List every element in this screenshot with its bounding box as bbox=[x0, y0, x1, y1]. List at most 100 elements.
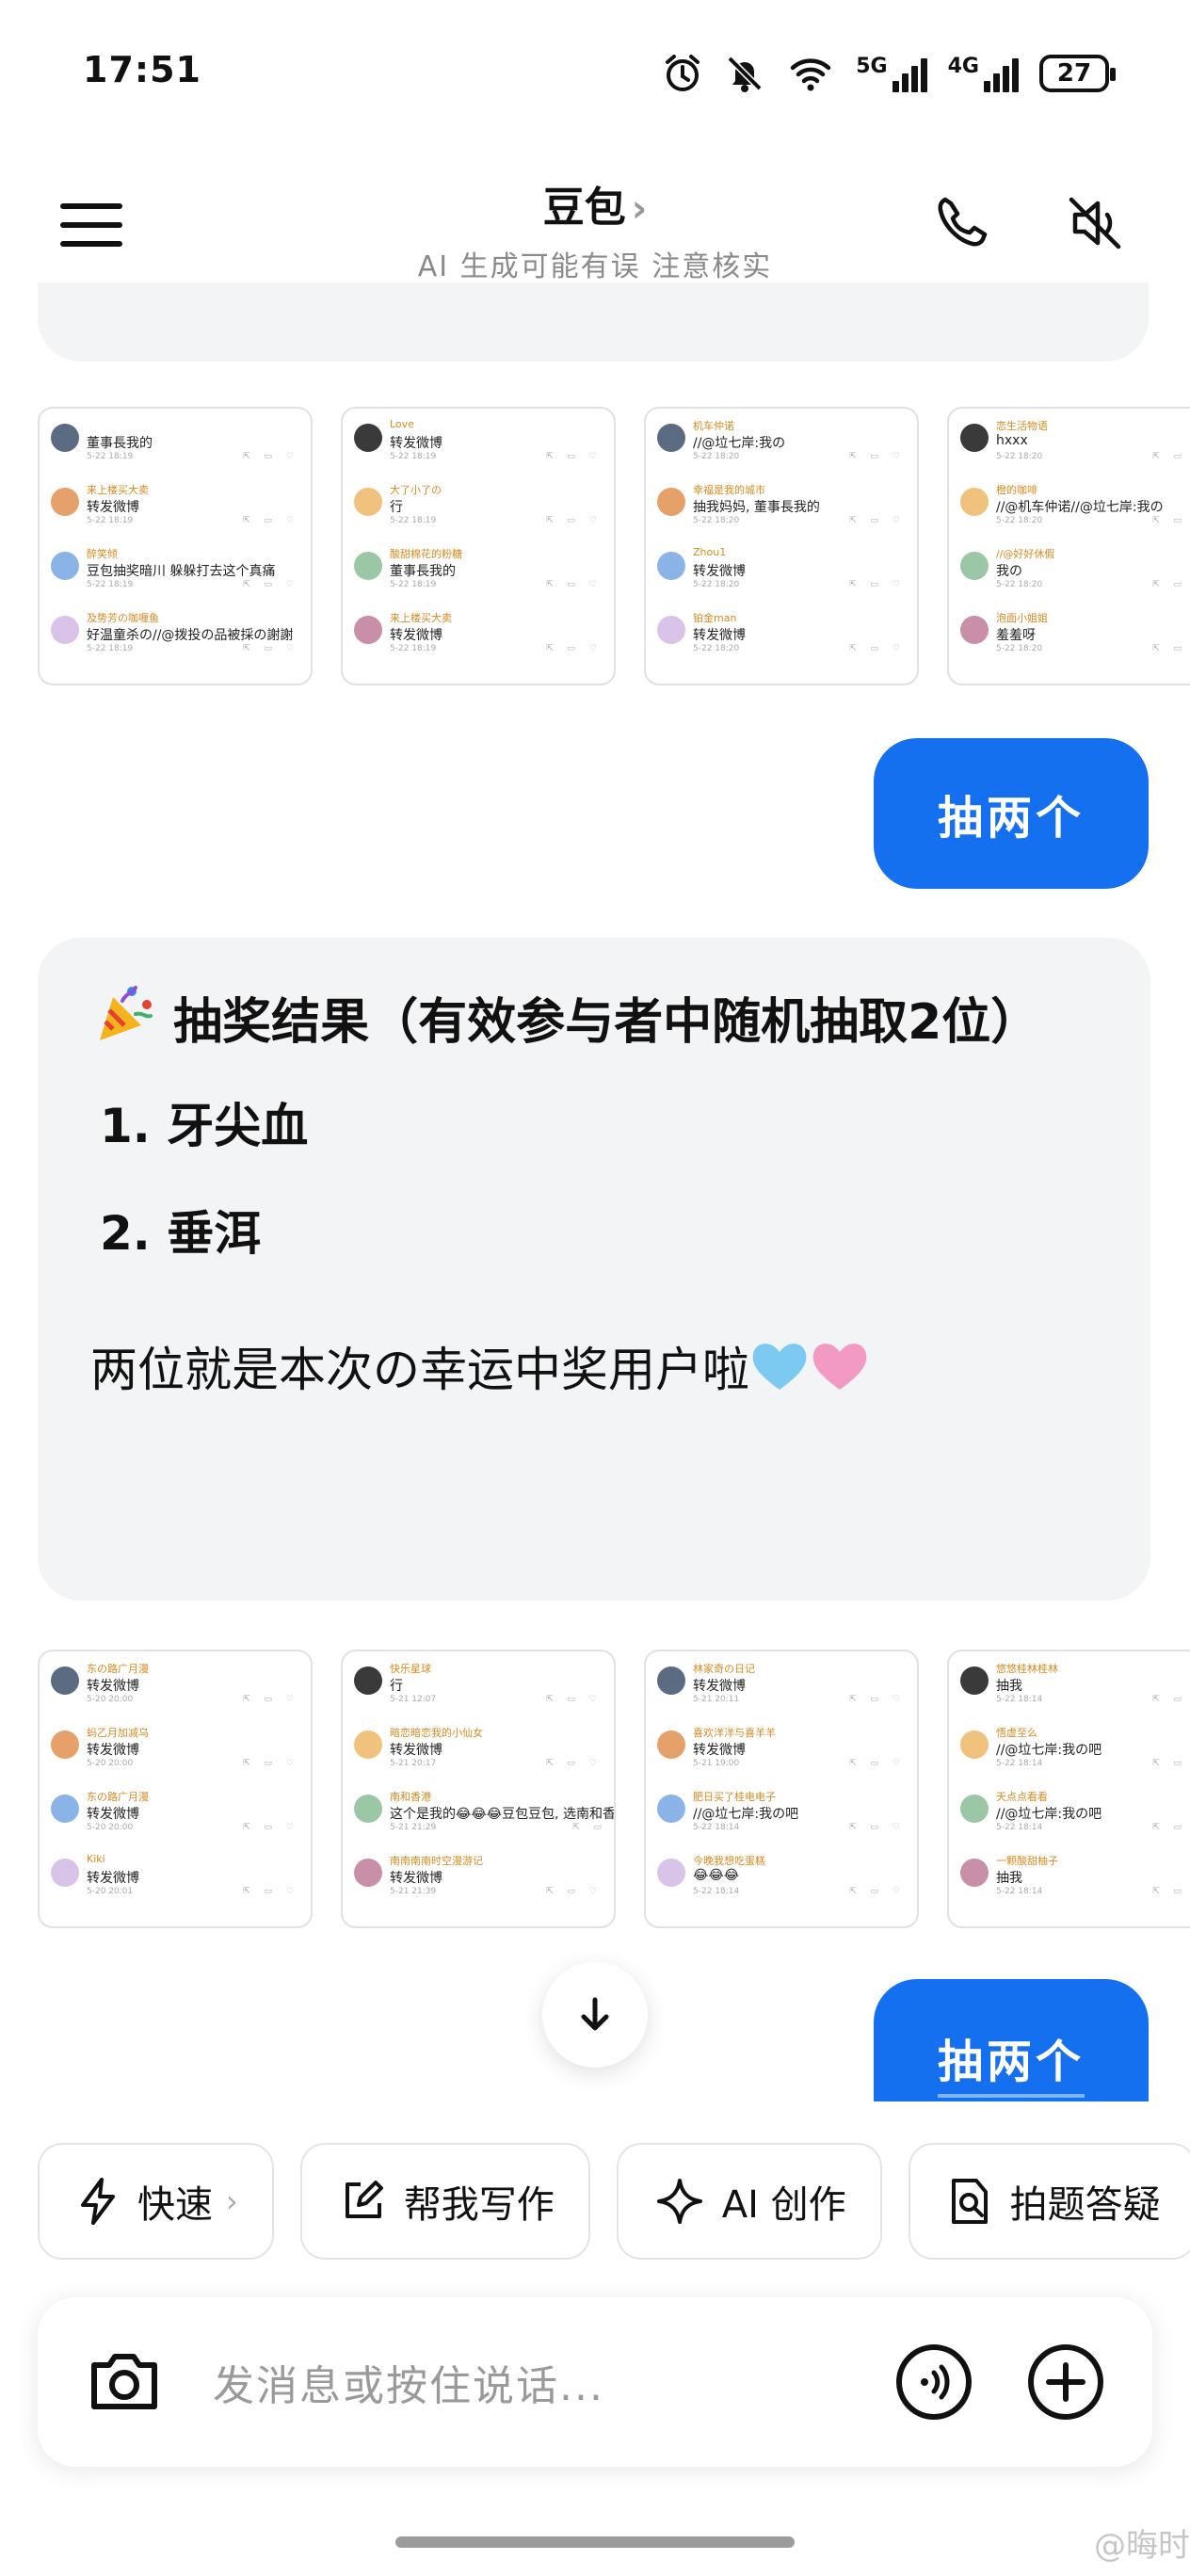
avatar bbox=[657, 1666, 685, 1695]
commenter-name: 来上楼买大卖 bbox=[87, 484, 149, 496]
avatar bbox=[51, 488, 79, 516]
camera-icon[interactable] bbox=[85, 2341, 164, 2420]
avatar bbox=[354, 1859, 382, 1887]
commenter-name: 今晚我想吃蛋糕 bbox=[693, 1855, 765, 1867]
chat-header: 豆包 › AI 生成可能有误 注意核实 bbox=[0, 160, 1190, 301]
comment-actions-icon: ⇱ ▭ ♡ bbox=[243, 1887, 299, 1896]
commenter-name: 快乐星球 bbox=[390, 1663, 431, 1675]
phone-icon[interactable] bbox=[932, 192, 994, 254]
chip-writing[interactable]: 帮我写作 bbox=[299, 2143, 590, 2260]
comment-date: 5-22 18:19 bbox=[87, 580, 134, 589]
comment-actions-icon: ⇱ ▭ ♡ bbox=[849, 1823, 906, 1832]
comment-actions-icon: ⇱ ▭ ♡ bbox=[243, 516, 299, 525]
comment-text: 我の bbox=[996, 564, 1022, 579]
comment-row: 悠悠桂林桂林抽我5-22 18:14 ⇱ ▭ ♡ bbox=[960, 1661, 1190, 1723]
avatar bbox=[354, 1795, 382, 1823]
comment-actions-icon: ⇱ ▭ ♡ bbox=[1152, 1887, 1190, 1896]
user-message-bubble-2[interactable]: 抽两个 bbox=[874, 1979, 1149, 2101]
comment-text: //@机车仲诺//@垃七岸:我の bbox=[996, 500, 1164, 515]
bell-off-icon bbox=[727, 56, 763, 92]
comment-screenshot-thumbnail[interactable]: Love 转发微博 5-22 18:19 ⇱ ▭ ♡ 大了小了の行 5-22 18:19 ⇱… bbox=[341, 407, 616, 685]
comment-screenshot-thumbnail[interactable]: 董事長我的 5-22 18:19 ⇱ ▭ ♡ 来上楼买大卖 转发微博 5-22 18:19… bbox=[38, 407, 313, 685]
comment-text: 行 bbox=[390, 1679, 403, 1694]
comment-row: 泡面小姐姐羞羞呀5-22 18:20 ⇱ ▭ ♡ bbox=[960, 610, 1190, 672]
speaker-mute-icon[interactable] bbox=[1064, 192, 1126, 254]
comment-screenshot-thumbnail[interactable]: 林家奇の日记 转发微博 5-21 20:11 ⇱ ▭ ♡ 喜欢洋洋与喜羊羊 转发微博 5-2… bbox=[644, 1650, 919, 1928]
comment-date: 5-22 18:20 bbox=[996, 516, 1043, 525]
arrow-down-icon bbox=[581, 1997, 609, 2031]
battery-indicator: 27 bbox=[1039, 55, 1116, 92]
comment-text: //@垃七岸:我の bbox=[693, 436, 786, 451]
comment-text: 转发微博 bbox=[87, 1679, 139, 1694]
avatar bbox=[354, 616, 382, 644]
home-indicator[interactable] bbox=[395, 2536, 795, 2548]
signal-4g: 4G bbox=[948, 55, 1019, 92]
comment-text: 转发微博 bbox=[87, 1807, 139, 1822]
chip-ai-create[interactable]: AI 创作 bbox=[616, 2143, 882, 2260]
user-message-2-text: 抽两个 bbox=[937, 2024, 1085, 2098]
ai-message-bubble[interactable]: 抽奖结果（有效参与者中随机抽取2位） 1. 牙尖血 2. 垂洱 两位就是本次の幸… bbox=[38, 938, 1150, 1601]
chip-photo-question[interactable]: 拍题答疑 bbox=[908, 2143, 1190, 2260]
comment-date: 5-22 18:19 bbox=[390, 516, 437, 525]
voice-call-icon[interactable] bbox=[894, 2343, 973, 2422]
comment-screenshot-thumbnail[interactable]: 悠悠桂林桂林抽我5-22 18:14⇱ ▭ ♡悟虚至么//@垃七岸:我の吧5-2… bbox=[947, 1650, 1190, 1928]
commenter-name: 橙的咖啡 bbox=[996, 484, 1037, 496]
comment-text: 羞羞呀 bbox=[996, 628, 1036, 643]
comment-text: 转发微博 bbox=[390, 628, 442, 643]
plus-icon[interactable] bbox=[1026, 2343, 1105, 2422]
user-message-bubble[interactable]: 抽两个 bbox=[874, 738, 1149, 889]
scroll-to-bottom-button[interactable] bbox=[542, 1962, 648, 2068]
avatar bbox=[657, 1795, 685, 1823]
avatar bbox=[51, 1795, 79, 1823]
ai-result-title-text: 抽奖结果（有效参与者中随机抽取2位） bbox=[173, 994, 1040, 1051]
comment-screenshot-thumbnail[interactable]: 机车仲诺//@垃七岸:我の 5-22 18:20 ⇱ ▭ ♡ 幸福是我的城市 抽我妈妈,… bbox=[644, 407, 919, 685]
search-doc-icon bbox=[951, 2179, 988, 2224]
comment-row: 醉笑倾 豆包抽奖暗川 躲躲打去这个真痛 5-22 18:19 ⇱ ▭ ♡ bbox=[51, 546, 299, 608]
message-input[interactable]: 发消息或按住说话... bbox=[213, 2352, 604, 2412]
comment-actions-icon: ⇱ ▭ ♡ bbox=[1152, 1759, 1190, 1768]
comment-date: 5-20 20:01 bbox=[87, 1887, 134, 1896]
commenter-name: 泡面小姐姐 bbox=[996, 612, 1048, 624]
chip-quick[interactable]: 快速 › bbox=[38, 2143, 274, 2260]
party-popper-icon bbox=[100, 986, 153, 1040]
comment-date: 5-22 18:14 bbox=[693, 1887, 740, 1896]
avatar bbox=[657, 552, 685, 580]
comment-date: 5-21 20:17 bbox=[390, 1759, 437, 1768]
winner-item-1: 1. 牙尖血 bbox=[100, 1099, 309, 1153]
chip-photo-question-label: 拍题答疑 bbox=[1009, 2183, 1161, 2227]
comment-screenshot-thumbnail[interactable]: 东の路广月漫 转发微博 5-20 20:00 ⇱ ▭ ♡ 蚂乙月加减乌 转发微博 5-20 … bbox=[38, 1650, 313, 1928]
comment-date: 5-22 18:20 bbox=[996, 644, 1043, 653]
commenter-name: 悠悠桂林桂林 bbox=[996, 1663, 1058, 1675]
comment-date: 5-22 18:20 bbox=[693, 516, 740, 525]
comment-date: 5-20 20:00 bbox=[87, 1759, 134, 1768]
avatar bbox=[657, 424, 685, 452]
comment-actions-icon: ⇱ ▭ ♡ bbox=[243, 1823, 299, 1832]
commenter-name: Zhou1 bbox=[693, 546, 727, 558]
comment-date: 5-22 18:19 bbox=[87, 452, 134, 461]
comment-screenshot-thumbnail[interactable]: 恋生活物语hxxx 5-22 18:20 ⇱ ▭ ♡ 橙的咖啡 //@机车仲诺//@垃七… bbox=[947, 407, 1190, 685]
commenter-name: 及势芳の咖喱鱼 bbox=[87, 612, 159, 624]
comment-row: 机车仲诺 //@垃七岸:我の 5-22 18:20 ⇱ ▭ ♡ bbox=[657, 418, 906, 480]
commenter-name: Love bbox=[390, 418, 414, 430]
comment-actions-icon: ⇱ ▭ ♡ bbox=[546, 580, 603, 589]
watermark: @晦时 bbox=[1094, 2527, 1190, 2565]
title-chevron-icon: › bbox=[631, 187, 648, 231]
comment-actions-icon: ⇱ ▭ ♡ bbox=[849, 516, 906, 525]
commenter-name: 南和香港 bbox=[390, 1791, 431, 1803]
comment-row: 今晚我想吃蛋糕 😂😂😂 5-22 18:14 ⇱ ▭ ♡ bbox=[657, 1853, 906, 1915]
status-icons: 5G 4G 27 bbox=[662, 51, 1116, 96]
ai-result-title: 抽奖结果（有效参与者中随机抽取2位） bbox=[90, 972, 1098, 1073]
avatar bbox=[960, 1859, 989, 1887]
comment-text: 这个是我的😂😂😂豆包豆包, 选南和香港 bbox=[390, 1807, 616, 1822]
avatar bbox=[51, 1731, 79, 1759]
comment-text: 转发微博 bbox=[693, 1743, 746, 1758]
comment-date: 5-22 18:19 bbox=[390, 580, 437, 589]
comment-screenshot-thumbnail[interactable]: 快乐星球行 5-21 12:07 ⇱ ▭ ♡ 暗恋暗恋我的小仙女 转发微博 5-21 20… bbox=[341, 1650, 616, 1928]
avatar bbox=[51, 1666, 79, 1695]
comment-text: 行 bbox=[390, 500, 403, 515]
avatar bbox=[960, 552, 989, 580]
alarm-icon bbox=[666, 55, 700, 91]
chat-title-area[interactable]: 豆包 › AI 生成可能有误 注意核实 bbox=[0, 173, 1190, 284]
comment-date: 5-22 18:19 bbox=[390, 644, 437, 653]
comment-text: 董事長我的 bbox=[390, 564, 456, 579]
